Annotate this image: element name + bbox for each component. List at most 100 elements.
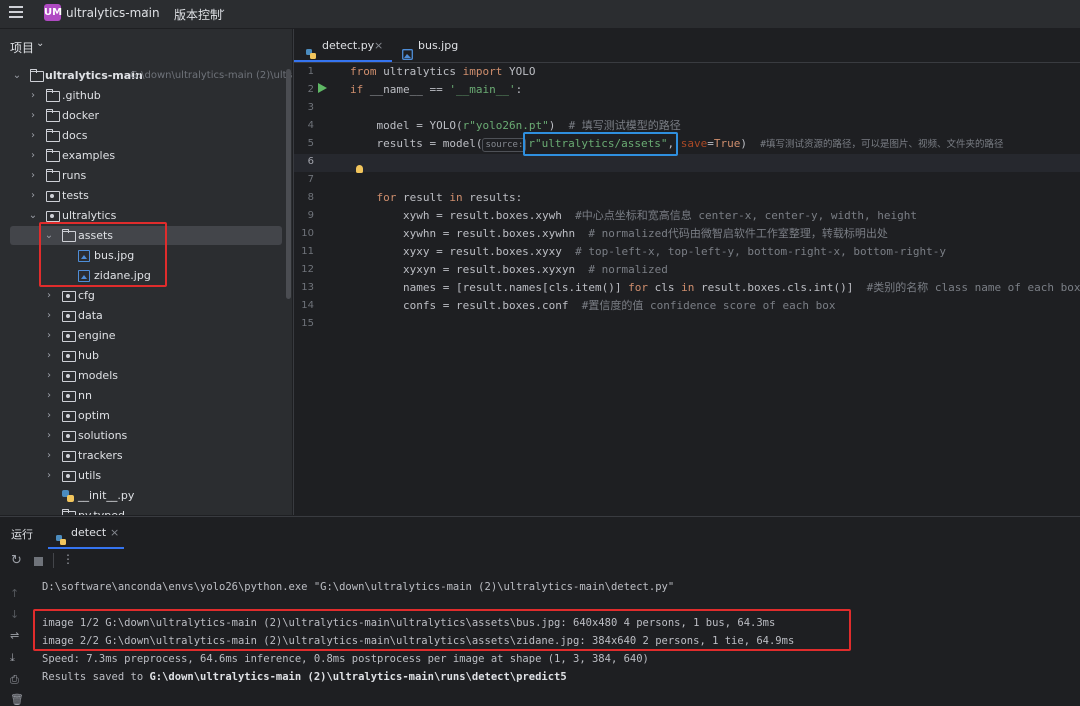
chevron-right-icon[interactable]: › [28,126,38,146]
line-number: 13 [301,282,314,293]
folder-icon [46,109,60,122]
tree-item-label: data [78,309,103,322]
chevron-right-icon[interactable]: › [28,166,38,186]
close-icon[interactable]: × [110,517,119,549]
tab-bus-jpg[interactable]: bus.jpg [396,29,466,62]
tree-item-py-typed[interactable]: py.typed [0,506,290,515]
run-toolbar: ↻ ⋮ [0,549,1080,573]
chevron-right-icon[interactable]: › [44,286,54,306]
code-line-12: xyxyn = result.boxes.xyxyn # normalized [350,263,668,276]
package-icon [62,311,76,322]
code-line-8: for result in results: [376,191,523,204]
tree-item-label: runs [62,169,87,182]
parameter-hint: source: [482,138,527,152]
tree-item-runs[interactable]: › runs [0,166,290,186]
chevron-right-icon[interactable]: › [44,366,54,386]
tree-item-label: hub [78,349,99,362]
run-tab-detect[interactable]: detect × [48,517,124,549]
run-tab-bar: 运行 detect × [0,517,1080,549]
console-line: D:\software\anconda\envs\yolo26\python.e… [42,581,675,593]
tree-item--init-py[interactable]: __init__.py [0,486,290,506]
tree-item-utils[interactable]: › utils [0,466,290,486]
tree-item-label: docs [62,129,88,142]
tree-item-trackers[interactable]: › trackers [0,446,290,466]
package-icon [46,191,60,202]
tree-item-label: cfg [78,289,95,302]
tree-item-data[interactable]: › data [0,306,290,326]
chevron-down-icon[interactable]: ⌄ [36,38,44,49]
chevron-down-icon[interactable]: ⌄ [142,4,150,15]
chevron-right-icon[interactable]: › [44,306,54,326]
stop-icon[interactable] [34,557,43,566]
tree-item-tests[interactable]: › tests [0,186,290,206]
close-icon[interactable]: × [374,29,383,62]
scroll-to-end-icon[interactable]: ⤓ [10,651,15,665]
print-icon[interactable]: ⎙ [10,673,19,687]
tree-item-solutions[interactable]: › solutions [0,426,290,446]
main-menu-icon[interactable] [9,6,23,20]
tree-item-label: __init__.py [78,489,135,502]
line-number: 5 [307,138,314,149]
rerun-icon[interactable]: ↻ [11,553,22,568]
tree-root[interactable]: ⌄ ultralytics-main G:\down\ultralytics-m… [0,66,292,86]
run-panel-title[interactable]: 运行 [11,526,33,542]
code-line-11: xyxy = result.boxes.xyxy # top-left-x, t… [350,245,947,258]
chevron-right-icon[interactable]: › [44,326,54,346]
tree-item-engine[interactable]: › engine [0,326,290,346]
line-number: 15 [301,318,314,329]
code-line-14: confs = result.boxes.conf #置信度的值 confide… [350,299,836,312]
project-badge[interactable]: UM [44,4,62,21]
chevron-right-icon[interactable]: › [44,386,54,406]
trash-icon[interactable]: 🗑 [10,693,24,706]
line-number: 11 [301,246,314,257]
tree-item--github[interactable]: › .github [0,86,290,106]
tree-item-label: utils [78,469,102,482]
tree-item-docker[interactable]: › docker [0,106,290,126]
tree-item-cfg[interactable]: › cfg [0,286,290,306]
scrollbar[interactable] [286,69,291,299]
chevron-right-icon[interactable]: › [44,446,54,466]
soft-wrap-icon[interactable]: ⇌ [10,629,19,642]
package-icon [62,291,76,302]
chevron-down-icon[interactable]: ⌄ [12,66,22,86]
tree-item-hub[interactable]: › hub [0,346,290,366]
chevron-right-icon[interactable]: › [28,106,38,126]
tree-item-label: tests [62,189,89,202]
code-line-2: if __name__ == '__main__': [350,83,523,96]
chevron-right-icon[interactable]: › [28,86,38,106]
package-icon [62,431,76,442]
line-number: 12 [301,264,314,275]
run-icon[interactable] [318,83,327,93]
divider [53,553,54,568]
tree-item-models[interactable]: › models [0,366,290,386]
tree-item-docs[interactable]: › docs [0,126,290,146]
tree-item-optim[interactable]: › optim [0,406,290,426]
arrow-down-icon[interactable]: ↓ [10,608,19,621]
project-panel: 项目 ⌄ ⌄ ultralytics-main G:\down\ultralyt… [0,29,292,515]
vcs-menu[interactable]: 版本控制 [174,6,222,23]
chevron-right-icon[interactable]: › [44,466,54,486]
more-options-icon[interactable]: ⋮ [62,552,74,566]
file-icon [62,509,76,515]
folder-icon [46,149,60,162]
tree-item-examples[interactable]: › examples [0,146,290,166]
chevron-right-icon[interactable]: › [28,146,38,166]
line-number: 6 [307,156,314,167]
chevron-right-icon[interactable]: › [44,406,54,426]
highlight-box [523,132,678,156]
chevron-right-icon[interactable]: › [44,426,54,446]
tree-item-label: optim [78,409,110,422]
tab-detect-py[interactable]: detect.py × [294,29,392,62]
package-icon [62,331,76,342]
code-area[interactable]: from ultralytics import YOLO if __name__… [350,63,1080,515]
package-icon [62,411,76,422]
tree-item-nn[interactable]: › nn [0,386,290,406]
line-number: 4 [307,120,314,131]
panel-title[interactable]: 项目 [10,39,34,56]
line-number: 10 [301,228,314,239]
chevron-down-icon[interactable]: ⌄ [218,4,226,15]
arrow-up-icon[interactable]: ↑ [10,587,19,600]
chevron-right-icon[interactable]: › [44,346,54,366]
chevron-down-icon[interactable]: ⌄ [28,206,38,226]
chevron-right-icon[interactable]: › [28,186,38,206]
